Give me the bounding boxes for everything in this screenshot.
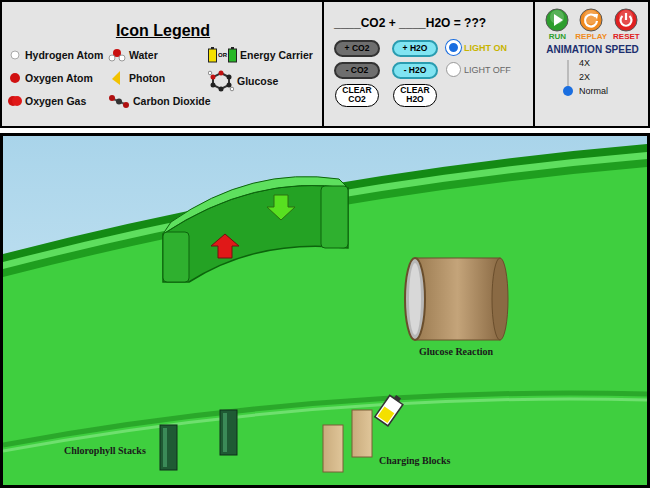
legend-column: Water Photon Carbon Dioxide bbox=[108, 46, 208, 110]
outer-membrane bbox=[3, 144, 647, 485]
glucose-reaction-cylinder bbox=[405, 258, 508, 340]
speed-knob[interactable] bbox=[563, 72, 573, 82]
legend-item: Oxygen Atom bbox=[8, 69, 108, 87]
speed-option[interactable]: Normal bbox=[563, 86, 608, 96]
radio-dot[interactable] bbox=[446, 62, 461, 77]
legend-column: Hydrogen Atom Oxygen Atom Oxygen Gas bbox=[8, 46, 108, 110]
speed-option[interactable]: 4X bbox=[563, 58, 608, 68]
chloroplast-diagram: Glucose Reaction Chlorophyll Stacks Chargi… bbox=[3, 136, 647, 485]
icon-legend: Icon Legend Hydrogen Atom Oxygen Atom Ox… bbox=[2, 2, 322, 126]
chlorophyll-stacks-label: Chlorophyll Stacks bbox=[64, 445, 146, 456]
battery-full-icon bbox=[228, 47, 237, 63]
reset-icon bbox=[614, 8, 638, 32]
h2o-button[interactable]: + H2O bbox=[392, 40, 438, 57]
legend-item: Hydrogen Atom bbox=[8, 46, 108, 64]
speed-title: ANIMATION SPEED bbox=[546, 44, 639, 55]
reset-button[interactable]: RESET bbox=[613, 8, 640, 41]
legend-title: Icon Legend bbox=[8, 22, 318, 40]
stroma bbox=[3, 167, 647, 485]
h2o-button[interactable]: - H2O bbox=[392, 62, 438, 79]
photon-icon bbox=[108, 70, 126, 86]
equation: ____CO2 + ____H2O = ??? bbox=[334, 16, 527, 30]
membrane-channel bbox=[163, 177, 348, 282]
replay-button[interactable]: REPLAY bbox=[575, 8, 607, 41]
glucose-icon bbox=[208, 69, 234, 93]
hydrogen-icon bbox=[8, 48, 22, 62]
light-radio[interactable]: LIGHT OFF bbox=[446, 62, 511, 77]
run-controls: RUN REPLAY RESET ANIMATION SPEED 4X 2X N… bbox=[533, 2, 648, 126]
down-arrow-icon bbox=[267, 195, 295, 220]
speed-option[interactable]: 2X bbox=[563, 72, 608, 82]
oxygen-gas-icon bbox=[8, 94, 22, 108]
speed-knob[interactable] bbox=[563, 86, 573, 96]
h2o-button[interactable]: CLEAR H2O bbox=[393, 84, 437, 107]
glucose-reaction-label: Glucose Reaction bbox=[419, 346, 494, 357]
charging-blocks bbox=[323, 410, 372, 472]
equation-controls: ____CO2 + ____H2O = ??? + CO2 - CO2 CLEAR … bbox=[322, 2, 533, 126]
battery-icon bbox=[375, 392, 405, 426]
legend-item: Water bbox=[108, 46, 208, 64]
photosynthesis-sim: Icon Legend Hydrogen Atom Oxygen Atom Ox… bbox=[0, 0, 650, 488]
chlorophyll-stacks bbox=[160, 410, 237, 470]
speed-knob[interactable] bbox=[563, 58, 573, 68]
energy-carrier-icon: OR bbox=[208, 47, 237, 63]
legend-item: Oxygen Gas bbox=[8, 92, 108, 110]
oxygen-atom-icon bbox=[8, 71, 22, 85]
legend-item: OR Energy Carrier bbox=[208, 46, 318, 64]
legend-item: Glucose bbox=[208, 69, 318, 93]
legend-column: OR Energy Carrier Glucose bbox=[208, 46, 318, 110]
run-button[interactable]: RUN bbox=[545, 8, 569, 41]
charging-blocks-label: Charging Blocks bbox=[379, 455, 451, 466]
legend-item: Photon bbox=[108, 69, 208, 87]
light-radio[interactable]: LIGHT ON bbox=[446, 40, 511, 55]
run-icon bbox=[545, 8, 569, 32]
battery-empty-icon bbox=[208, 47, 217, 63]
co2-button[interactable]: - CO2 bbox=[334, 62, 380, 79]
radio-dot[interactable] bbox=[446, 40, 461, 55]
water-icon bbox=[108, 47, 126, 63]
legend-item: Carbon Dioxide bbox=[108, 92, 208, 110]
co2-button[interactable]: + CO2 bbox=[334, 40, 380, 57]
speed-slider[interactable]: 4X 2X Normal bbox=[563, 58, 608, 96]
replay-icon bbox=[579, 8, 603, 32]
co2-button[interactable]: CLEAR CO2 bbox=[335, 84, 379, 107]
control-panel: Icon Legend Hydrogen Atom Oxygen Atom Ox… bbox=[0, 0, 650, 128]
carbon-dioxide-icon bbox=[108, 94, 130, 108]
up-arrow-icon bbox=[211, 234, 239, 258]
chloroplast-scene: Glucose Reaction Chlorophyll Stacks Chargi… bbox=[0, 133, 650, 488]
